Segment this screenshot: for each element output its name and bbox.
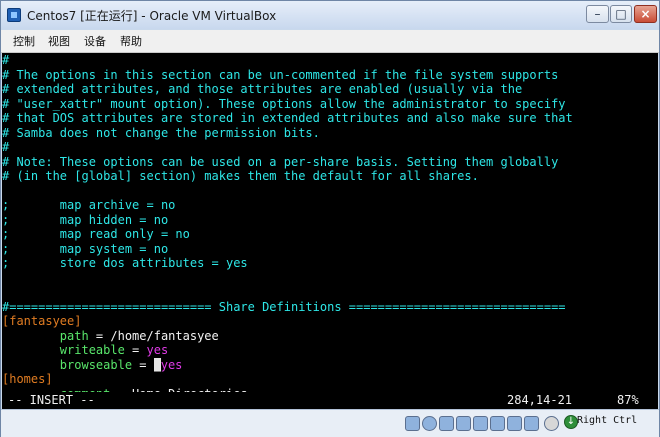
menu-control[interactable]: 控制 — [13, 33, 35, 49]
terminal-text: = — [132, 357, 154, 372]
terminal-text: # Samba does not change the permission b… — [2, 125, 320, 140]
terminal-text: ; map archive = no — [2, 198, 176, 212]
terminal-line: path = /home/fantasyee — [2, 329, 658, 344]
terminal-text: = /home/fantasyee — [88, 328, 219, 343]
terminal-line: # that DOS attributes are stored in exte… — [2, 111, 658, 126]
virtualbox-app-icon — [7, 8, 21, 22]
terminal-text: [homes] — [2, 372, 53, 386]
terminal-line: writeable = yes — [2, 343, 658, 358]
terminal-text: # — [2, 140, 10, 154]
terminal-line: ; map archive = no — [2, 198, 658, 213]
terminal-text: # The options in this section can be un-… — [2, 67, 559, 82]
menu-help[interactable]: 帮助 — [120, 33, 142, 49]
terminal-line: ; store dos attributes = yes — [2, 256, 658, 271]
cursor-position: 284,14-21 — [507, 393, 573, 407]
usb-icon[interactable] — [439, 416, 454, 431]
file-percent: 87% — [617, 393, 639, 407]
terminal-text: #============================ Share Defi… — [2, 299, 566, 314]
screen-capture-icon[interactable] — [544, 416, 559, 431]
terminal-line: # "user_xattr" mount option). These opti… — [2, 97, 658, 112]
hard-disk-icon[interactable] — [405, 416, 420, 431]
virtualbox-window: Centos7 [正在运行] - Oracle VM VirtualBox – … — [0, 0, 660, 437]
terminal-text: browseable — [59, 357, 133, 372]
terminal-line: # — [2, 53, 658, 68]
terminal-line: # Note: These options can be used on a p… — [2, 155, 658, 170]
terminal-text: ; map read only = no — [2, 227, 190, 241]
host-key-label: Right Ctrl — [577, 415, 638, 426]
mouse-integration-icon[interactable] — [524, 416, 539, 431]
terminal-text: # Note: These options can be used on a p… — [2, 154, 559, 169]
terminal-text: # (in the [global] section) makes them t… — [2, 169, 479, 183]
terminal-text: # "user_xattr" mount option). These opti… — [2, 96, 566, 111]
close-button[interactable]: × — [634, 5, 657, 23]
terminal-text: ; map hidden = no — [2, 212, 169, 227]
terminal-line: # (in the [global] section) makes them t… — [2, 169, 658, 184]
menu-bar: 控制 视图 设备 帮助 — [1, 30, 659, 53]
terminal-line: browseable = _yes — [2, 357, 658, 372]
vm-screen-terminal[interactable]: # # The options in this section can be un… — [2, 53, 658, 409]
terminal-text: writeable — [59, 343, 125, 357]
shared-folder-icon[interactable] — [456, 416, 471, 431]
terminal-line: # The options in this section can be un-… — [2, 68, 658, 83]
terminal-line: ; map hidden = no — [2, 213, 658, 228]
terminal-text: path — [59, 328, 89, 343]
terminal-line: ; map read only = no — [2, 227, 658, 242]
host-key-arrow-icon: ↓ — [564, 415, 578, 429]
terminal-text: ; store dos attributes = yes — [2, 256, 248, 270]
vim-status-line: -- INSERT -- 284,14-21 87% — [2, 392, 658, 408]
terminal-line: [homes] — [2, 372, 658, 387]
terminal-text: # extended attributes, and those attribu… — [2, 82, 523, 96]
terminal-text: [fantasyee] — [2, 314, 82, 328]
terminal-text: = — [124, 343, 147, 357]
recording-icon[interactable] — [507, 416, 522, 431]
terminal-text: yes — [160, 357, 183, 372]
minimize-button[interactable]: – — [586, 5, 609, 23]
terminal-line: # extended attributes, and those attribu… — [2, 82, 658, 97]
vm-status-bar: ↓ Right Ctrl — [1, 409, 659, 437]
terminal-line: # — [2, 140, 658, 155]
terminal-text: # that DOS attributes are stored in exte… — [2, 111, 573, 125]
menu-devices[interactable]: 设备 — [84, 33, 106, 49]
terminal-text: yes — [146, 343, 169, 357]
display-icon[interactable] — [473, 416, 488, 431]
terminal-line: ; map system = no — [2, 242, 658, 257]
window-title: Centos7 [正在运行] - Oracle VM VirtualBox — [27, 9, 277, 23]
terminal-line: # Samba does not change the permission b… — [2, 126, 658, 141]
title-bar[interactable]: Centos7 [正在运行] - Oracle VM VirtualBox – … — [1, 1, 659, 29]
vim-mode: -- INSERT -- — [8, 393, 95, 407]
maximize-button[interactable]: □ — [610, 5, 632, 23]
menu-view[interactable]: 视图 — [48, 33, 70, 49]
network-icon[interactable] — [490, 416, 505, 431]
text-cursor: _ — [153, 357, 161, 372]
terminal-line: [fantasyee] — [2, 314, 658, 329]
terminal-text: ; map system = no — [2, 241, 169, 256]
terminal-text: # — [2, 53, 10, 67]
terminal-line: #============================ Share Defi… — [2, 300, 658, 315]
optical-drive-icon[interactable] — [422, 416, 437, 431]
